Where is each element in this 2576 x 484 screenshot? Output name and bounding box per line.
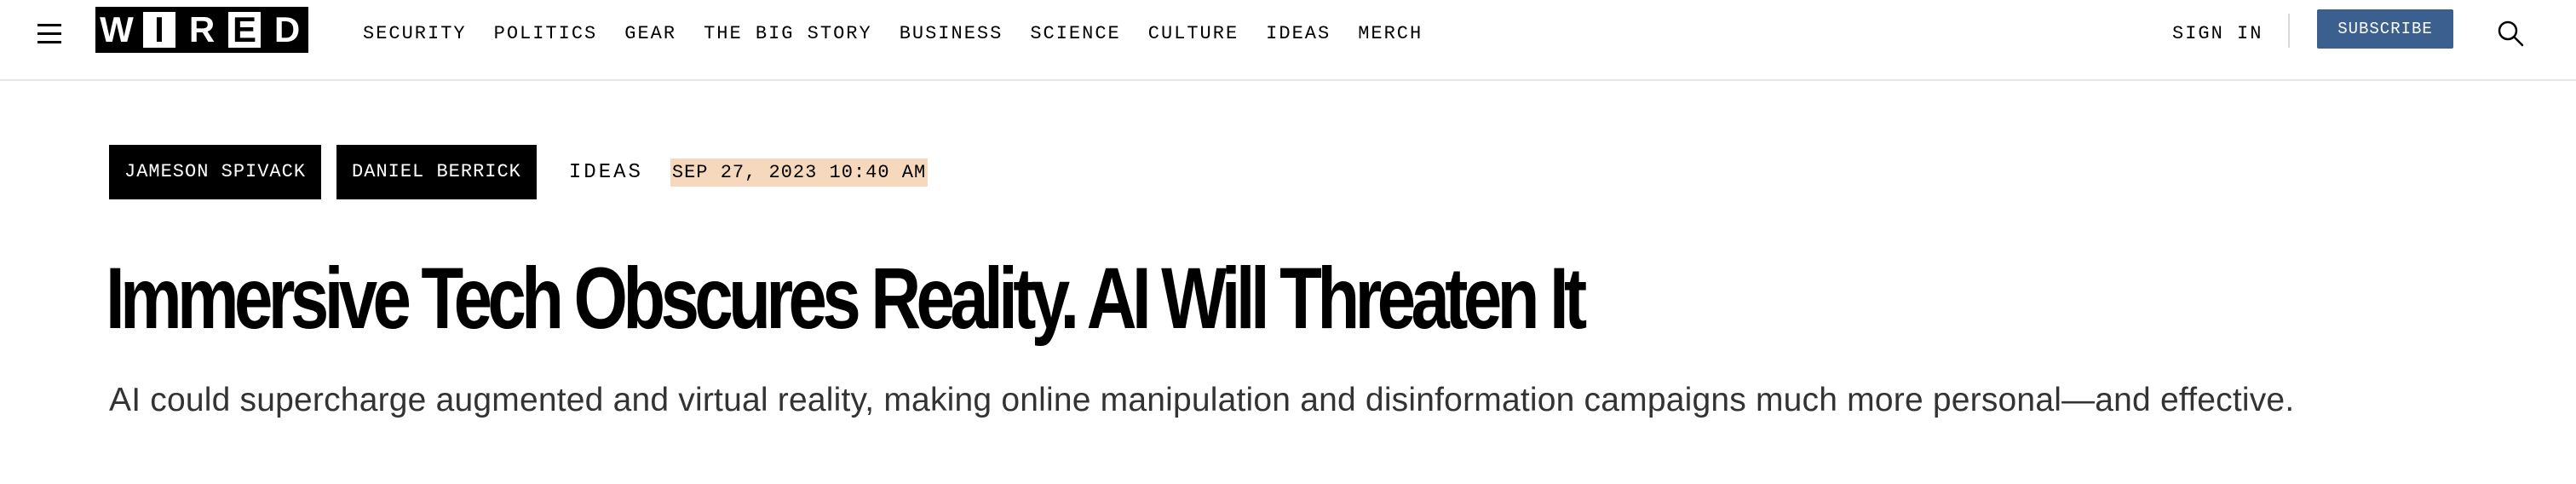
hamburger-line: [37, 24, 61, 26]
nav-link-ideas[interactable]: IDEAS: [1266, 23, 1331, 44]
author-tag-jameson-spivack[interactable]: JAMESON SPIVACK: [109, 145, 322, 199]
nav-link-gear[interactable]: GEAR: [624, 23, 676, 44]
hamburger-line: [37, 41, 61, 43]
hamburger-line: [37, 32, 61, 35]
search-icon[interactable]: [2496, 19, 2525, 48]
nav-link-business[interactable]: BUSINESS: [900, 23, 1003, 44]
sign-in-link[interactable]: SIGN IN: [2172, 23, 2263, 44]
search-icon-graphic: [2498, 20, 2524, 47]
rubric-link[interactable]: IDEAS: [569, 161, 643, 184]
subscribe-button[interactable]: SUBSCRIBE: [2317, 9, 2453, 49]
logo-letter: R: [181, 7, 223, 53]
hamburger-icon[interactable]: [34, 20, 65, 48]
nav-link-merch[interactable]: MERCH: [1358, 23, 1423, 44]
nav-link-science[interactable]: SCIENCE: [1030, 23, 1120, 44]
logo-letter: W: [95, 7, 138, 53]
author-tag-daniel-berrick[interactable]: DANIEL BERRICK: [336, 145, 537, 199]
section-nav: SECURITY POLITICS GEAR THE BIG STORY BUS…: [363, 23, 1450, 44]
top-navigation-bar: W I R E D SECURITY POLITICS GEAR THE BIG…: [0, 0, 2576, 81]
wired-logo[interactable]: W I R E D: [95, 7, 308, 53]
logo-letter: D: [266, 7, 308, 53]
nav-link-the-big-story[interactable]: THE BIG STORY: [704, 23, 872, 44]
nav-link-politics[interactable]: POLITICS: [494, 23, 598, 44]
nav-link-culture[interactable]: CULTURE: [1148, 23, 1239, 44]
publish-date: SEP 27, 2023 10:40 AM: [670, 158, 929, 187]
logo-letter: E: [223, 7, 266, 53]
article-meta: JAMESON SPIVACK DANIEL BERRICK IDEAS SEP…: [109, 145, 929, 199]
article-dek: AI could supercharge augmented and virtu…: [109, 382, 2295, 418]
article-headline: Immersive Tech Obscures Reality. AI Will…: [106, 250, 1587, 347]
logo-letter: I: [138, 7, 181, 53]
nav-divider: [2288, 14, 2290, 48]
nav-link-security[interactable]: SECURITY: [363, 23, 467, 44]
